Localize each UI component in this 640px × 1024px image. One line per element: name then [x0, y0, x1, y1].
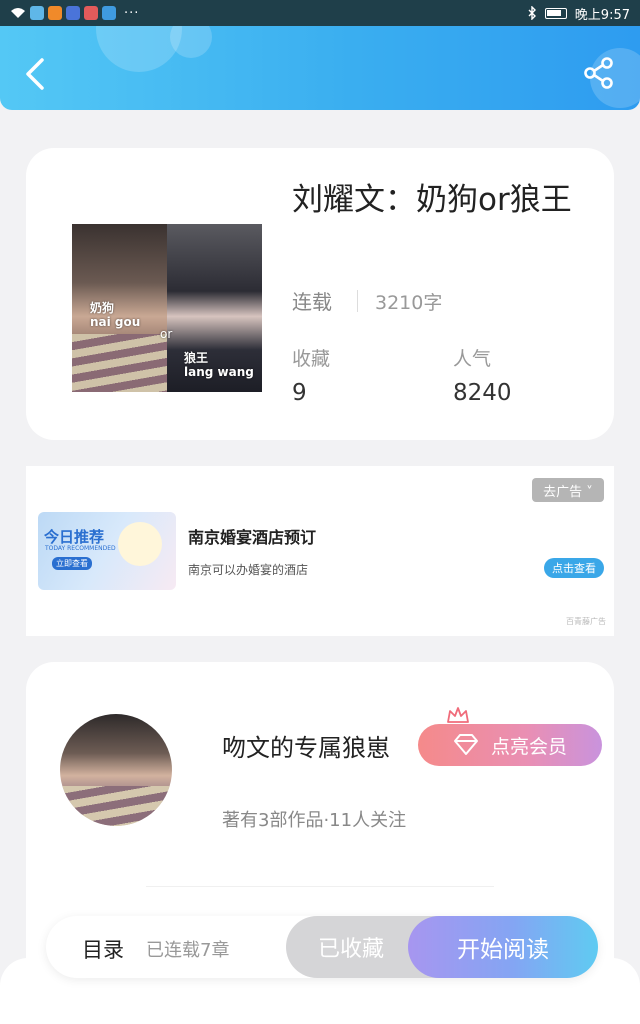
battery-icon	[544, 7, 567, 19]
activate-vip-button[interactable]: 点亮会员	[418, 724, 602, 766]
popularity-label: 人气	[453, 348, 492, 370]
vip-label: 点亮会员	[490, 735, 567, 758]
status-bar: ··· 晚上9:57	[0, 0, 640, 26]
author-name[interactable]: 吻文的专属狼崽	[222, 728, 390, 763]
app-notification-icon	[30, 6, 44, 20]
ad-image-title: 今日推荐	[44, 528, 105, 546]
book-info-card: 奶狗 nai gou or 狼王 lang wang 刘耀文：奶狗or狼王 连载…	[26, 148, 614, 440]
app-notification-icon	[102, 6, 116, 20]
ad-image[interactable]: 今日推荐 TODAY RECOMMENDED 立即查看	[38, 512, 176, 590]
divider	[146, 886, 494, 887]
back-icon[interactable]	[22, 56, 48, 92]
diamond-icon	[453, 734, 478, 755]
author-avatar[interactable]	[60, 714, 172, 826]
cover-text-or: or	[160, 327, 173, 341]
serial-status: 连载	[292, 290, 332, 314]
ad-source-label: 百青藤广告	[566, 617, 606, 626]
clock: 晚上9:57	[574, 7, 630, 23]
ad-description: 南京可以办婚宴的酒店	[188, 563, 309, 577]
favorites-value: 9	[292, 380, 307, 406]
popularity-value: 8240	[453, 380, 512, 406]
ad-image-subtitle: TODAY RECOMMENDED	[45, 545, 116, 552]
author-stats: 著有3部作品·11人关注	[222, 810, 407, 831]
moon-illustration	[118, 522, 162, 566]
ad-title[interactable]: 南京婚宴酒店预订	[188, 524, 316, 548]
crown-icon	[447, 707, 469, 723]
chapter-count: 已连载7章	[146, 940, 230, 961]
remove-ad-button[interactable]: 去广告 ˅	[532, 478, 604, 502]
more-notifications-indicator: ···	[124, 5, 140, 21]
app-notification-icon	[48, 6, 62, 20]
table-of-contents-button[interactable]: 目录	[82, 934, 124, 964]
cover-text-left: 奶狗 nai gou	[90, 301, 141, 329]
start-reading-button[interactable]: 开始阅读	[408, 916, 598, 978]
book-cover[interactable]: 奶狗 nai gou or 狼王 lang wang	[72, 224, 262, 392]
wifi-icon	[11, 8, 25, 18]
divider	[357, 290, 358, 312]
app-notification-icon	[66, 6, 80, 20]
favorites-label: 收藏	[292, 348, 331, 370]
top-header	[0, 26, 640, 110]
app-notification-icon	[84, 6, 98, 20]
share-icon[interactable]	[582, 56, 616, 90]
ad-banner[interactable]: 去广告 ˅ 今日推荐 TODAY RECOMMENDED 立即查看 南京婚宴酒店…	[26, 466, 614, 636]
cover-text-right: 狼王 lang wang	[184, 351, 254, 379]
book-title: 刘耀文：奶狗or狼王	[292, 182, 572, 218]
word-count: 3210字	[375, 292, 443, 314]
ad-view-button[interactable]: 点击查看	[544, 558, 604, 578]
bluetooth-icon	[528, 6, 536, 20]
decorative-bubble	[96, 26, 182, 72]
decorative-bubble	[170, 26, 212, 58]
ad-image-button: 立即查看	[52, 557, 92, 570]
